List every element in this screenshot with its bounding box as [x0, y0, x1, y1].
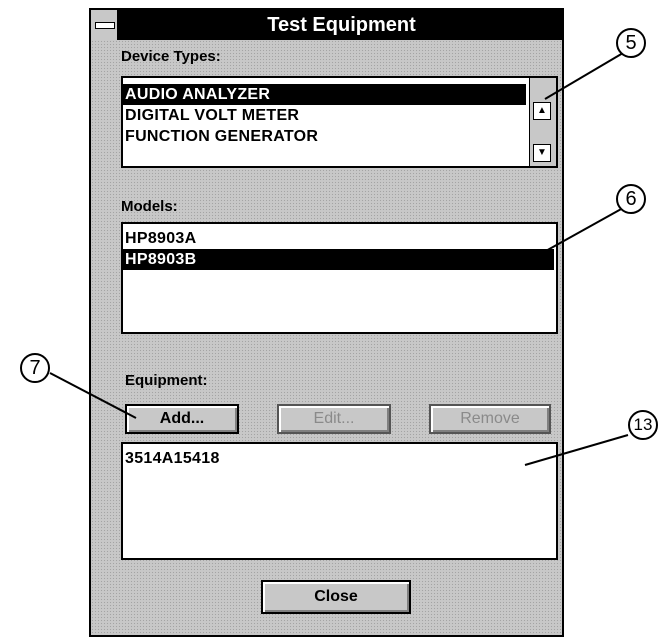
callout-5: 5: [616, 28, 646, 58]
callout-13: 13: [628, 410, 658, 440]
callout-7: 7: [20, 353, 50, 383]
callout-leaders: [49, 52, 629, 466]
callout-leader-5: [544, 52, 624, 100]
callout-leader-6: [534, 207, 624, 258]
callout-6: 6: [616, 184, 646, 214]
callout-leader-13: [524, 434, 629, 466]
callout-leader-7: [49, 372, 137, 419]
